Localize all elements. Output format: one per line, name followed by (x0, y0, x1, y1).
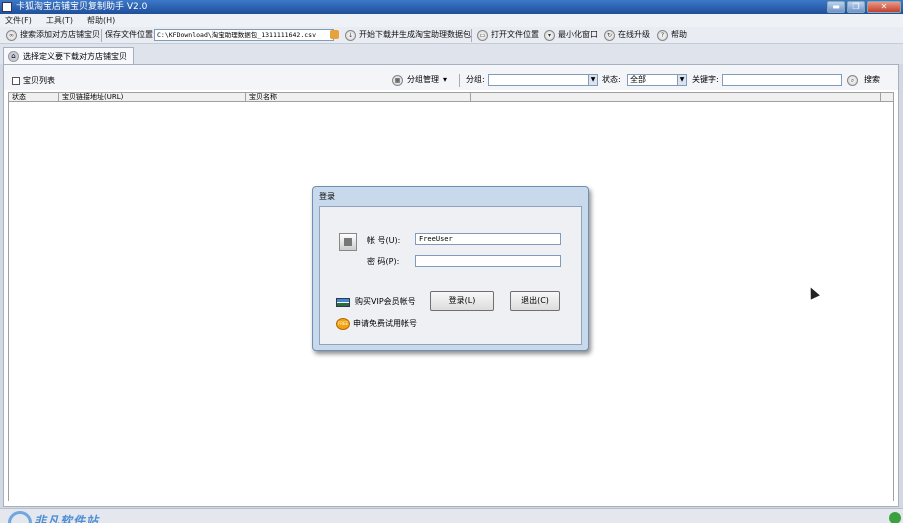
home-icon: ⌂ (8, 50, 19, 62)
open-location-button[interactable]: ▭ 打开文件位置 (477, 29, 539, 41)
watermark-logo-icon (8, 511, 32, 523)
chevron-down-icon[interactable]: ▼ (588, 75, 597, 85)
toolbar-divider (101, 29, 102, 42)
password-label: 密 码(P): (367, 257, 400, 266)
menu-bar: 文件(F) 工具(T) 帮助(H) (0, 14, 903, 27)
free-badge-icon: FREE (336, 318, 350, 330)
account-input[interactable]: FreeUser (415, 233, 561, 245)
group-select[interactable]: ▼ (488, 74, 598, 86)
help-icon: ? (657, 29, 668, 41)
column-header-url[interactable]: 宝贝链接地址(URL) (59, 93, 246, 101)
link-icon: ∞ (6, 29, 17, 41)
exit-button[interactable]: 退出(C) (510, 291, 560, 311)
free-trial-link[interactable]: 申请免费试用帐号 (353, 318, 417, 330)
keyword-input[interactable] (722, 74, 842, 86)
search-button[interactable]: ⌕ 搜索 (847, 74, 880, 86)
add-items-button[interactable]: ∞ 搜索添加对方店铺宝贝 (6, 29, 100, 41)
tab-strip: ⌂ 选择定义要下载对方店铺宝贝 (0, 44, 903, 64)
checkbox[interactable] (12, 76, 20, 85)
status-bar: 非凡软件站 (0, 508, 903, 523)
watermark-text: 非凡软件站 (34, 514, 100, 523)
help-button[interactable]: ? 帮助 (657, 29, 687, 41)
dialog-title: 登录 (319, 192, 335, 201)
column-header-extra[interactable] (471, 93, 881, 101)
window-controls: ▬ ❐ ✕ (827, 1, 901, 13)
menu-help[interactable]: 帮助(H) (87, 14, 115, 27)
user-account-icon (339, 233, 357, 251)
account-label: 帐 号(U): (367, 236, 401, 245)
download-icon: ↓ (345, 29, 356, 41)
app-icon (2, 2, 12, 12)
keyword-label: 关键字: (692, 75, 719, 84)
save-location-label: 保存文件位置: (105, 30, 156, 39)
online-upgrade-button[interactable]: ↻ 在线升级 (604, 29, 650, 41)
column-header-status[interactable]: 状态 (9, 93, 59, 101)
filter-bar: 宝贝列表 ▦ 分组管理 ▾ 分组: ▼ 状态: 全部 ▼ 关键字: ⌕ 搜索 (4, 65, 898, 90)
login-button[interactable]: 登录(L) (430, 291, 494, 311)
group-manage-button[interactable]: ▦ 分组管理 ▾ (392, 74, 447, 86)
buy-vip-link[interactable]: 购买VIP会员帐号 (355, 296, 416, 308)
folder-open-icon: ▭ (477, 29, 488, 41)
window-title: 卡狐淘宝店铺宝贝复制助手 V2.0 (16, 2, 148, 12)
save-path-input[interactable]: C:\KFDownload\淘宝助理数据包_1311111642.csv (154, 29, 334, 41)
upgrade-icon: ↻ (604, 29, 615, 41)
login-dialog: 登录 帐 号(U): FreeUser 密 码(P): 购买VIP会员帐号 登录… (312, 186, 589, 351)
status-label: 状态: (602, 75, 621, 84)
status-select[interactable]: 全部 ▼ (627, 74, 687, 86)
table-header: 状态 宝贝链接地址(URL) 宝贝名称 (8, 92, 894, 102)
tab-select-items[interactable]: ⌂ 选择定义要下载对方店铺宝贝 (3, 47, 134, 64)
item-list-checkbox[interactable]: 宝贝列表 (12, 75, 55, 86)
browse-folder-icon[interactable] (330, 30, 339, 39)
vip-card-icon (336, 298, 350, 307)
search-icon: ⌕ (847, 74, 858, 86)
column-header-name[interactable]: 宝贝名称 (246, 93, 471, 101)
password-input[interactable] (415, 255, 561, 267)
minimize-icon: ▾ (544, 29, 555, 41)
maximize-button[interactable]: ❐ (847, 1, 865, 13)
toolbar: ∞ 搜索添加对方店铺宝贝 保存文件位置: C:\KFDownload\淘宝助理数… (0, 27, 903, 44)
minimize-button[interactable]: ▬ (827, 1, 845, 13)
minimize-window-button[interactable]: ▾ 最小化窗口 (544, 29, 598, 41)
toolbar-divider (471, 29, 472, 42)
dialog-body: 帐 号(U): FreeUser 密 码(P): 购买VIP会员帐号 登录(L)… (319, 206, 582, 345)
chevron-down-icon: ▾ (443, 75, 448, 84)
group-label: 分组: (466, 75, 485, 84)
status-indicator-icon (889, 512, 901, 523)
filter-divider (459, 74, 460, 87)
menu-tools[interactable]: 工具(T) (46, 14, 73, 27)
chevron-down-icon[interactable]: ▼ (677, 75, 686, 85)
menu-file[interactable]: 文件(F) (5, 14, 32, 27)
group-manage-icon: ▦ (392, 74, 403, 86)
close-button[interactable]: ✕ (867, 1, 901, 13)
start-download-button[interactable]: ↓ 开始下载并生成淘宝助理数据包 (345, 29, 471, 41)
title-bar: 卡狐淘宝店铺宝贝复制助手 V2.0 ▬ ❐ ✕ (0, 0, 903, 14)
